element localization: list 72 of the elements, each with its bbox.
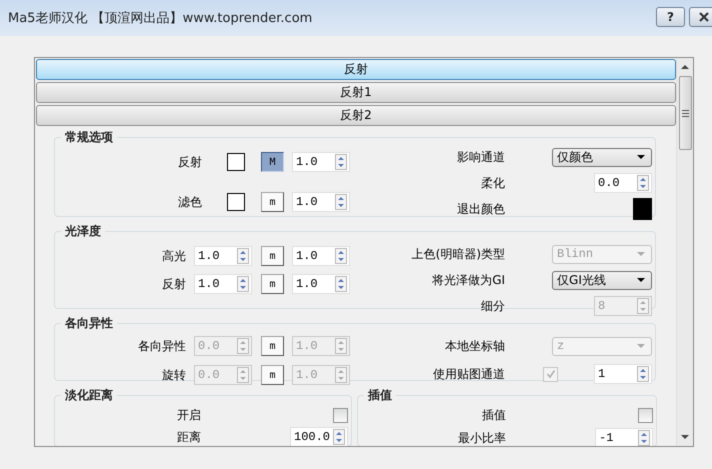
spinner-arrows-icon[interactable]	[335, 276, 347, 292]
spinner-field[interactable]: -1	[595, 428, 653, 446]
rollout-header[interactable]: 反射	[36, 59, 676, 80]
map-button[interactable]: m	[261, 192, 284, 212]
dropdown[interactable]: 仅GI光线	[552, 270, 652, 290]
rollout-header[interactable]: 反射1	[36, 82, 676, 103]
field-label: 使用贴图通道	[432, 366, 506, 382]
spinner-field[interactable]: 1.0	[194, 274, 252, 294]
color-swatch[interactable]	[633, 198, 652, 220]
close-button[interactable]	[689, 7, 712, 27]
spinner-arrows-icon[interactable]	[237, 276, 249, 292]
spinner-arrows-icon[interactable]	[335, 154, 347, 170]
spinner-field[interactable]: 1.0	[194, 246, 252, 266]
spinner-field[interactable]: 0.0	[594, 173, 652, 193]
field-label: 影响通道	[456, 148, 506, 166]
field-label: 滤色	[178, 194, 202, 210]
group-title: 插值	[366, 387, 393, 404]
field-label: 将光泽做为GI	[431, 272, 506, 288]
group-title: 淡化距离	[64, 387, 114, 404]
checkbox[interactable]	[638, 408, 653, 422]
spinner-arrows-icon[interactable]	[333, 429, 345, 445]
field-label: 本地坐标轴	[444, 338, 506, 354]
field-label: 插值	[481, 406, 506, 424]
map-button[interactable]: m	[261, 246, 284, 266]
checkbox[interactable]	[333, 408, 348, 422]
spinner-field[interactable]: 1.0	[292, 274, 350, 294]
spinner-field[interactable]: 1.0	[292, 246, 350, 266]
field-label: 上色(明暗器)类型	[410, 246, 506, 262]
field-label: 最小比率	[457, 430, 506, 446]
help-button[interactable]: ?	[656, 7, 685, 27]
check-mark-icon	[546, 369, 556, 379]
field-label: 反射	[162, 276, 186, 292]
caret-icon	[637, 252, 646, 256]
spinner-field[interactable]: 1.0	[292, 152, 350, 172]
caret-icon	[637, 278, 646, 282]
field-label: 开启	[176, 406, 201, 424]
color-swatch[interactable]	[227, 193, 245, 211]
spinner-field[interactable]: 1.0	[292, 192, 350, 212]
group-title: 常规选项	[64, 129, 114, 146]
field-label: 退出颜色	[456, 200, 506, 218]
map-button[interactable]: m	[261, 365, 284, 385]
spinner-arrows-icon[interactable]	[638, 430, 650, 446]
scrollbar[interactable]	[676, 58, 693, 446]
spinner-field[interactable]: 100.0	[290, 427, 348, 446]
map-button[interactable]: m	[261, 336, 284, 356]
window-title: Ma5老师汉化 【顶渲网出品】www.toprender.com	[8, 10, 312, 27]
spinner-arrows-icon[interactable]	[637, 175, 650, 191]
caret-icon	[637, 155, 646, 159]
map-button[interactable]: M	[261, 152, 284, 172]
field-label: 各向异性	[138, 338, 186, 354]
scroll-up-icon[interactable]	[681, 65, 690, 69]
close-icon	[698, 12, 710, 22]
spinner-arrows-icon[interactable]	[637, 366, 650, 382]
spinner-arrows-icon[interactable]	[335, 194, 347, 210]
dropdown[interactable]: 仅颜色	[552, 148, 652, 166]
scroll-thumb[interactable]	[678, 76, 692, 150]
scroll-down-icon[interactable]	[681, 435, 690, 439]
group-title: 各向异性	[64, 315, 114, 332]
spinner-arrows-icon[interactable]	[237, 248, 249, 264]
spinner-field[interactable]: 1	[594, 364, 652, 384]
caret-icon	[637, 344, 646, 348]
field-label: 高光	[162, 248, 186, 264]
field-label: 细分	[480, 298, 506, 314]
field-label: 距离	[176, 428, 201, 446]
spinner-arrows-icon[interactable]	[335, 248, 347, 264]
rollout-header[interactable]: 反射2	[36, 105, 676, 126]
color-swatch[interactable]	[227, 153, 245, 171]
field-label: 柔化	[480, 174, 506, 192]
map-button[interactable]: m	[261, 274, 284, 294]
field-label: 旋转	[162, 366, 186, 384]
group-title: 光泽度	[64, 223, 102, 240]
field-label: 反射	[178, 154, 202, 170]
